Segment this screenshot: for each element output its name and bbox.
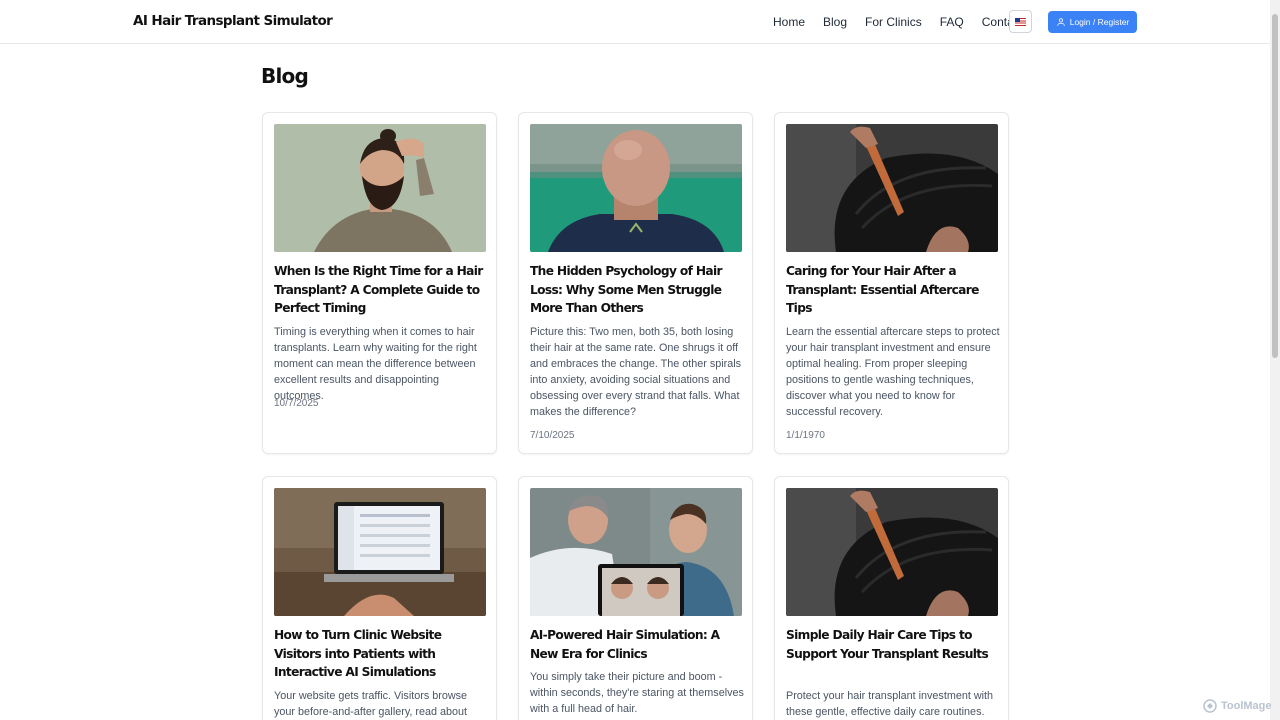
nav-faq[interactable]: FAQ xyxy=(940,15,964,29)
page-scrollbar[interactable] xyxy=(1270,0,1280,720)
comb-hair-photo[interactable] xyxy=(786,488,998,616)
nav-home[interactable]: Home xyxy=(773,15,805,29)
brand-logo[interactable]: AI Hair Transplant Simulator xyxy=(133,13,333,29)
page-title: Blog xyxy=(261,64,309,88)
top-navbar: AI Hair Transplant Simulator Home Blog F… xyxy=(0,0,1270,44)
blog-card[interactable]: When Is the Right Time for a Hair Transp… xyxy=(262,112,497,454)
post-date: 7/10/2025 xyxy=(530,430,575,441)
post-date: 10/7/2025 xyxy=(274,398,319,409)
main-nav: Home Blog For Clinics FAQ Contact xyxy=(773,15,1041,29)
post-title[interactable]: How to Turn Clinic Website Visitors into… xyxy=(274,626,488,682)
toolmage-logo-icon xyxy=(1203,699,1217,713)
login-register-button[interactable]: Login / Register xyxy=(1048,11,1137,33)
comb-hair-photo[interactable] xyxy=(786,124,998,252)
post-title[interactable]: The Hidden Psychology of Hair Loss: Why … xyxy=(530,262,744,318)
post-excerpt: Picture this: Two men, both 35, both los… xyxy=(530,326,742,418)
post-excerpt: Timing is everything when it comes to ha… xyxy=(274,326,477,402)
blog-card[interactable]: AI-Powered Hair Simulation: A New Era fo… xyxy=(518,476,753,720)
post-title[interactable]: AI-Powered Hair Simulation: A New Era fo… xyxy=(530,626,744,663)
post-title[interactable]: When Is the Right Time for a Hair Transp… xyxy=(274,262,488,318)
blog-card[interactable]: Caring for Your Hair After a Transplant:… xyxy=(774,112,1009,454)
blog-card[interactable]: The Hidden Psychology of Hair Loss: Why … xyxy=(518,112,753,454)
post-excerpt: Learn the essential aftercare steps to p… xyxy=(786,326,1000,418)
post-excerpt: Protect your hair transplant investment … xyxy=(786,690,994,718)
man-touching-hair-photo[interactable] xyxy=(274,124,486,252)
post-excerpt: You simply take their picture and boom -… xyxy=(530,671,744,715)
language-selector[interactable] xyxy=(1009,10,1032,33)
nav-for-clinics[interactable]: For Clinics xyxy=(865,15,922,29)
bald-man-back-photo[interactable] xyxy=(530,124,742,252)
blog-card[interactable]: How to Turn Clinic Website Visitors into… xyxy=(262,476,497,720)
user-icon xyxy=(1056,18,1065,26)
post-date: 1/1/1970 xyxy=(786,430,825,441)
post-title[interactable]: Caring for Your Hair After a Transplant:… xyxy=(786,262,1000,318)
nav-blog[interactable]: Blog xyxy=(823,15,847,29)
post-excerpt: Your website gets traffic. Visitors brow… xyxy=(274,690,468,718)
doctor-patient-tablet-photo[interactable] xyxy=(530,488,742,616)
laptop-dashboard-photo[interactable] xyxy=(274,488,486,616)
scrollbar-thumb[interactable] xyxy=(1272,14,1278,358)
watermark-text: ToolMage xyxy=(1221,700,1272,712)
us-flag-icon xyxy=(1015,17,1026,26)
blog-card[interactable]: Simple Daily Hair Care Tips to Support Y… xyxy=(774,476,1009,720)
login-label: Login / Register xyxy=(1069,17,1130,27)
toolmage-watermark: ToolMage xyxy=(1203,699,1272,713)
post-title[interactable]: Simple Daily Hair Care Tips to Support Y… xyxy=(786,626,1000,663)
